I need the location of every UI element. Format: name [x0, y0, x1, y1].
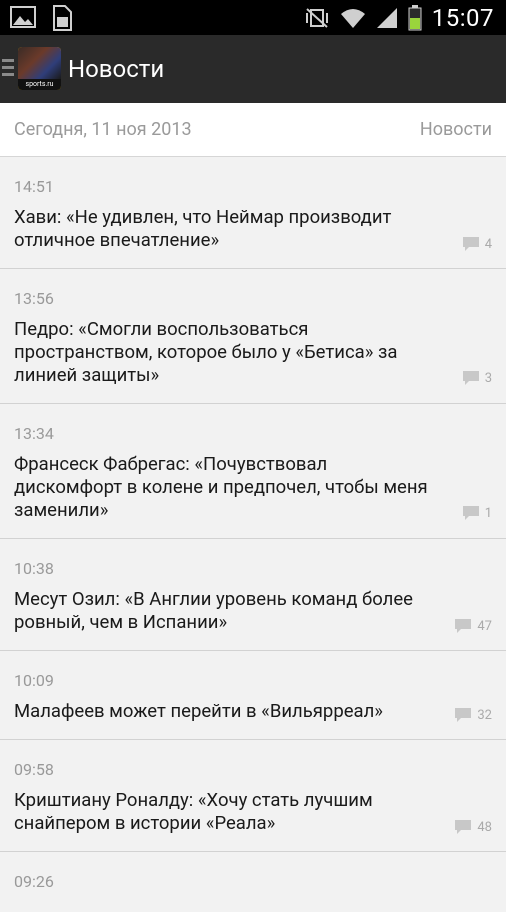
news-item[interactable]: 10:09 Малафеев может перейти в «Вильярре… [0, 651, 506, 740]
news-headline: Криштиану Роналду: «Хочу стать лучшим сн… [14, 789, 373, 834]
date-header: Сегодня, 11 ноя 2013 Новости [0, 103, 506, 157]
news-item[interactable]: 09:26 [0, 852, 506, 912]
comment-bubble-icon [455, 820, 472, 834]
news-item[interactable]: 13:56 Педро: «Смогли воспользоваться про… [0, 269, 506, 404]
wifi-icon [340, 8, 365, 28]
news-time: 09:26 [14, 872, 54, 891]
news-headline: Малафеев может перейти в «Вильярреал» [14, 700, 383, 722]
news-time: 13:56 [14, 289, 54, 308]
comment-count: 48 [455, 820, 492, 835]
gallery-notification-icon [10, 6, 36, 28]
sd-card-notification-icon [53, 5, 72, 31]
comment-count-value: 3 [484, 371, 492, 386]
comment-count: 47 [455, 619, 492, 634]
news-time: 10:38 [14, 559, 54, 578]
news-item[interactable]: 10:38 Месут Озил: «В Англии уровень кома… [0, 539, 506, 651]
news-time: 14:51 [14, 177, 54, 196]
app-logo[interactable]: sports.ru [18, 47, 61, 90]
date-label: Сегодня, 11 ноя 2013 [14, 119, 192, 140]
section-label: Новости [419, 119, 492, 140]
action-bar: sports.ru Новости [0, 35, 506, 103]
news-headline: Педро: «Смогли воспользоваться пространс… [14, 318, 398, 386]
comment-count-value: 4 [484, 237, 492, 252]
news-list: 14:51 Хави: «Не удивлен, что Неймар прои… [0, 157, 506, 912]
navigation-drawer-icon[interactable] [2, 59, 14, 79]
news-time: 09:58 [14, 760, 54, 779]
comment-count: 32 [455, 708, 492, 723]
battery-icon [408, 4, 422, 30]
news-time: 10:09 [14, 671, 54, 690]
comment-count-value: 1 [484, 506, 492, 521]
logo-brand-text: sports.ru [18, 79, 61, 90]
comment-count: 4 [462, 237, 492, 252]
news-headline: Хави: «Не удивлен, что Неймар производит… [14, 206, 392, 251]
comment-count-value: 48 [477, 820, 492, 835]
comment-bubble-icon [462, 506, 479, 520]
vibrate-mute-icon [305, 7, 328, 28]
signal-icon [376, 7, 397, 28]
clock: 15:07 [431, 3, 494, 32]
news-headline: Месут Озил: «В Англии уровень команд бол… [14, 588, 413, 633]
comment-count: 3 [462, 371, 492, 386]
comment-bubble-icon [455, 708, 472, 722]
comment-bubble-icon [462, 237, 479, 251]
comment-count-value: 47 [477, 619, 492, 634]
news-time: 13:34 [14, 424, 54, 443]
logo-image [18, 47, 61, 79]
news-item[interactable]: 09:58 Криштиану Роналду: «Хочу стать луч… [0, 740, 506, 852]
news-headline: Франсеск Фабрегас: «Почувствовал дискомф… [14, 453, 428, 521]
comment-count: 1 [462, 506, 492, 521]
status-bar: 15:07 [0, 0, 506, 35]
page-title: Новости [68, 55, 165, 83]
comment-bubble-icon [462, 371, 479, 385]
comment-bubble-icon [455, 619, 472, 633]
news-item[interactable]: 13:34 Франсеск Фабрегас: «Почувствовал д… [0, 404, 506, 539]
news-item[interactable]: 14:51 Хави: «Не удивлен, что Неймар прои… [0, 157, 506, 269]
comment-count-value: 32 [477, 708, 492, 723]
